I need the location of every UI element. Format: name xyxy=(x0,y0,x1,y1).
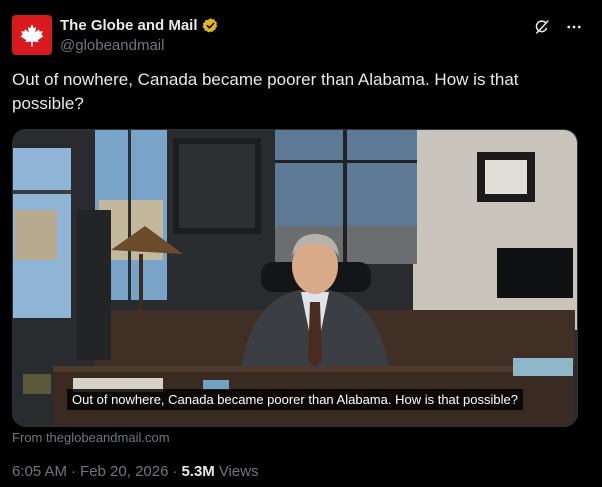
verified-badge-icon xyxy=(202,17,217,32)
video-caption: Out of nowhere, Canada became poorer tha… xyxy=(13,389,577,410)
more-icon[interactable] xyxy=(558,15,590,39)
tweet-date[interactable]: Feb 20, 2026 xyxy=(80,463,168,480)
meta-separator: · xyxy=(71,463,77,480)
maple-leaf-icon xyxy=(20,24,44,47)
media-source-link[interactable]: From theglobeandmail.com xyxy=(12,430,170,445)
video-caption-text: Out of nowhere, Canada became poorer tha… xyxy=(67,389,523,410)
tweet-time[interactable]: 6:05 AM xyxy=(12,463,67,480)
media-card[interactable]: Out of nowhere, Canada became poorer tha… xyxy=(12,129,578,427)
avatar[interactable] xyxy=(12,15,52,55)
tweet-meta: 6:05 AM · Feb 20, 2026 · 5.3M Views xyxy=(12,463,259,480)
author-display-name[interactable]: The Globe and Mail xyxy=(60,17,198,34)
views-label: Views xyxy=(218,463,259,480)
grok-icon[interactable] xyxy=(526,15,558,39)
meta-separator: · xyxy=(172,463,178,480)
tweet-header: The Globe and Mail @globeandmail xyxy=(12,15,590,57)
tweet-text: Out of nowhere, Canada became poorer tha… xyxy=(12,70,519,113)
news-photo xyxy=(13,130,577,426)
author-handle[interactable]: @globeandmail xyxy=(60,37,219,54)
views-count: 5.3M xyxy=(181,463,215,480)
